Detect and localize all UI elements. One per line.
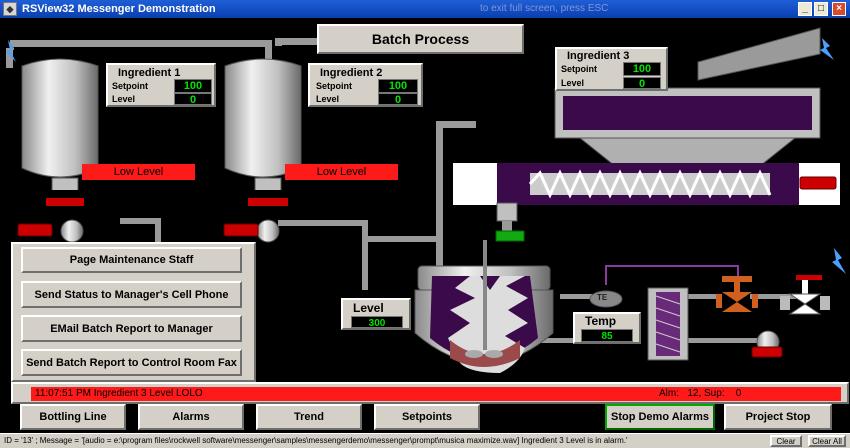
stop-demo-alarms-button[interactable]: Stop Demo Alarms — [605, 404, 715, 430]
ingredient-2-setpoint[interactable]: 100 — [378, 79, 418, 93]
alarm-counts: Alm: 12, Sup: 0 — [659, 388, 742, 399]
ingredient-3-panel: Ingredient 3 Setpoint 100 Level 0 — [555, 47, 668, 91]
ingredient-1-name: Ingredient 1 — [118, 67, 181, 79]
ingredient-1-low-level-alarm: Low Level — [82, 164, 195, 180]
hmi-scene: Batch Process Ingredient 1 Setpoint 100 … — [0, 18, 850, 433]
level-label: Level — [112, 94, 136, 104]
reactor-level-label: Level — [353, 301, 384, 315]
temperature-value: 85 — [581, 329, 633, 342]
fax-report-button[interactable]: Send Batch Report to Control Room Fax — [21, 349, 242, 376]
ingredient-1-level: 0 — [174, 93, 212, 106]
minimize-button[interactable]: _ — [798, 2, 812, 16]
heat-exchanger — [647, 287, 689, 361]
setpoint-label: Setpoint — [316, 81, 352, 91]
status-bar: ID = '13' ; Message = '[audio = e:\progr… — [0, 433, 850, 448]
level-label: Level — [561, 78, 585, 88]
nav-setpoints[interactable]: Setpoints — [374, 404, 480, 430]
nav-trend[interactable]: Trend — [256, 404, 362, 430]
page-title: Batch Process — [317, 24, 524, 54]
te-label: TE — [597, 293, 608, 302]
tank-2-vessel — [223, 58, 302, 243]
reactor-level-value: 300 — [351, 316, 403, 329]
nav-alarms[interactable]: Alarms — [138, 404, 244, 430]
close-button[interactable]: × — [832, 2, 846, 16]
email-report-button[interactable]: EMail Batch Report to Manager — [21, 315, 242, 342]
fullscreen-hint: to exit full screen, press ESC — [480, 3, 609, 14]
alarm-banner[interactable]: 11:07:51 PM Ingredient 3 Level LOLO Alm:… — [31, 387, 841, 401]
reactor-vessel — [414, 240, 554, 373]
ingredient-2-low-level-alarm: Low Level — [285, 164, 398, 180]
ingredient-3-setpoint[interactable]: 100 — [623, 62, 661, 76]
tank-1-vessel — [17, 58, 99, 243]
ingredient-1-panel: Ingredient 1 Setpoint 100 Level 0 — [106, 63, 216, 107]
level-label: Level — [316, 94, 340, 104]
title-bar: ◆ RSView32 Messenger Demonstration to ex… — [0, 0, 850, 18]
nav-bottling-line[interactable]: Bottling Line — [20, 404, 126, 430]
ingredient-3-name: Ingredient 3 — [567, 50, 630, 62]
send-status-button[interactable]: Send Status to Manager's Cell Phone — [21, 281, 242, 308]
ingredient-2-name: Ingredient 2 — [320, 67, 383, 79]
alarm-banner-frame: 11:07:51 PM Ingredient 3 Level LOLO Alm:… — [11, 382, 849, 404]
maximize-button[interactable]: □ — [814, 2, 828, 16]
temperature-label: Temp — [585, 314, 617, 328]
temperature-panel: Temp 85 — [573, 312, 641, 344]
status-message: ID = '13' ; Message = '[audio = e:\progr… — [4, 436, 628, 445]
ingredient-3-level: 0 — [623, 77, 661, 90]
project-stop-button[interactable]: Project Stop — [724, 404, 832, 430]
clear-button[interactable]: Clear — [770, 435, 802, 447]
reactor-level-panel: Level 300 — [341, 298, 411, 330]
signal-lines — [605, 265, 739, 285]
ingredient-2-panel: Ingredient 2 Setpoint 100 Level 0 — [308, 63, 423, 107]
page-maintenance-button[interactable]: Page Maintenance Staff — [21, 247, 242, 273]
app-icon: ◆ — [3, 2, 17, 16]
screw-conveyor — [453, 163, 840, 242]
setpoint-label: Setpoint — [561, 64, 597, 74]
ingredient-2-level: 0 — [378, 93, 418, 106]
alarm-message: 11:07:51 PM Ingredient 3 Level LOLO — [35, 388, 203, 399]
ingredient-1-setpoint[interactable]: 100 — [174, 79, 212, 93]
return-pump — [751, 330, 783, 358]
setpoint-label: Setpoint — [112, 81, 148, 91]
window-title: RSView32 Messenger Demonstration — [22, 3, 216, 15]
clear-all-button[interactable]: Clear All — [808, 435, 846, 447]
